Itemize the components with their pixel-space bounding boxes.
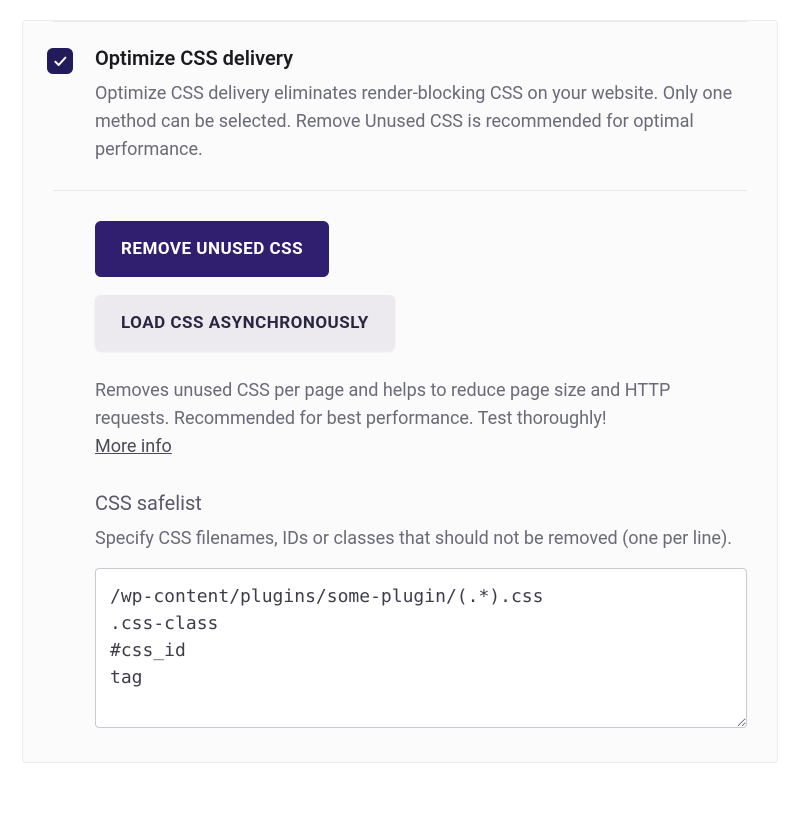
css-optimization-panel: Optimize CSS delivery Optimize CSS deliv…	[22, 20, 778, 763]
remove-unused-css-description: Removes unused CSS per page and helps to…	[95, 377, 747, 433]
optimize-css-delivery-row: Optimize CSS delivery Optimize CSS deliv…	[23, 22, 777, 164]
load-css-async-button[interactable]: Load CSS Asynchronously	[95, 295, 395, 351]
css-safelist-textarea[interactable]	[95, 568, 747, 728]
css-safelist-heading: CSS safelist	[95, 491, 747, 515]
more-info-link[interactable]: More info	[95, 436, 172, 457]
remove-unused-css-button[interactable]: Remove Unused CSS	[95, 221, 329, 277]
css-safelist-description: Specify CSS filenames, IDs or classes th…	[95, 525, 747, 552]
optimize-css-delivery-title: Optimize CSS delivery	[95, 46, 747, 70]
optimize-css-delivery-description: Optimize CSS delivery eliminates render-…	[95, 80, 747, 164]
optimize-css-sub-section: Remove Unused CSS Load CSS Asynchronousl…	[23, 191, 777, 733]
check-icon	[52, 53, 68, 69]
optimize-css-delivery-checkbox[interactable]	[47, 48, 73, 74]
